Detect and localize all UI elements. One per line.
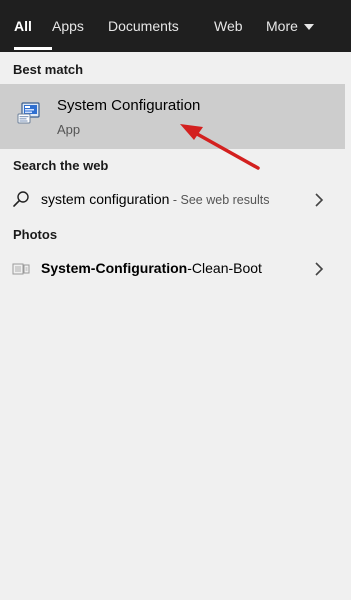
best-match-name: System Configuration xyxy=(57,97,201,114)
best-match-kind: App xyxy=(57,122,81,137)
best-match-result[interactable]: System Configuration App xyxy=(0,84,345,149)
tab-apps-label: Apps xyxy=(52,18,84,34)
section-photos: Photos xyxy=(13,227,58,242)
system-configuration-icon xyxy=(17,102,40,124)
web-search-query: system configuration xyxy=(41,191,170,207)
chevron-right-icon xyxy=(315,262,324,276)
tab-web-label: Web xyxy=(214,18,243,34)
photo-result-rest: -Clean-Boot xyxy=(187,260,262,276)
tab-apps[interactable]: Apps xyxy=(52,0,108,52)
tab-all[interactable]: All xyxy=(14,0,52,52)
chevron-right-icon xyxy=(315,193,324,207)
section-best-match: Best match xyxy=(13,62,84,77)
photo-result[interactable]: System-Configuration-Clean-Boot xyxy=(0,253,345,285)
web-search-suffix: - See web results xyxy=(169,193,270,207)
web-search-result[interactable]: system configuration - See web results xyxy=(0,184,345,216)
scrollbar[interactable] xyxy=(345,52,351,600)
tab-documents[interactable]: Documents xyxy=(108,0,214,52)
tab-more[interactable]: More xyxy=(266,0,326,52)
tab-web[interactable]: Web xyxy=(214,0,266,52)
photo-icon xyxy=(12,263,30,275)
search-icon xyxy=(13,191,29,207)
chevron-down-icon xyxy=(303,23,314,30)
tab-documents-label: Documents xyxy=(108,18,179,34)
section-search-web: Search the web xyxy=(13,158,109,173)
tab-all-label: All xyxy=(14,18,32,34)
tab-more-label: More xyxy=(266,18,298,34)
search-panel: All Apps Documents Web More Best match S… xyxy=(0,0,351,600)
photo-result-match: System-Configuration xyxy=(41,260,188,276)
photo-result-text: System-Configuration-Clean-Boot xyxy=(41,260,262,276)
web-search-text: system configuration - See web results xyxy=(41,191,269,207)
search-tab-bar: All Apps Documents Web More xyxy=(0,0,351,52)
